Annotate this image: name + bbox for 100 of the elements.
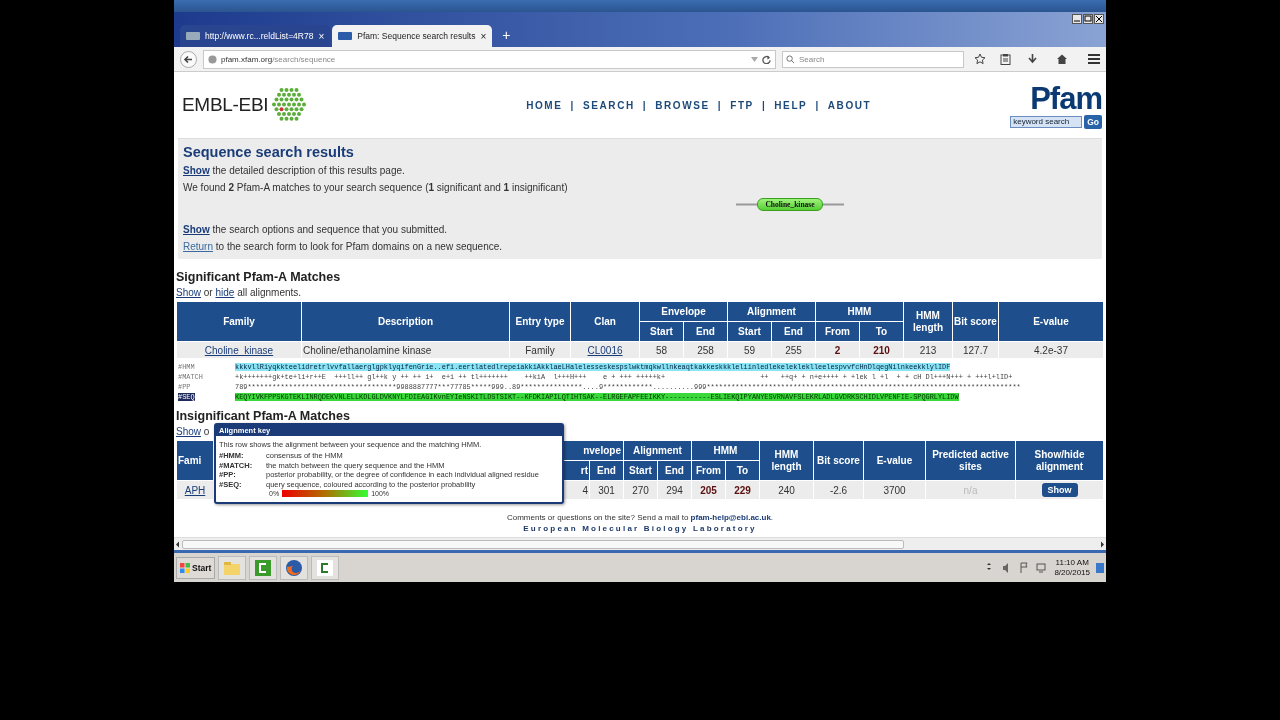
email-link[interactable]: pfam-help@ebi.ac.uk [690, 513, 771, 522]
column-header: Entry type [509, 301, 571, 342]
table-cell: 255 [785, 344, 802, 356]
column-header: E-value [863, 440, 926, 481]
flag-icon[interactable] [1019, 562, 1030, 573]
summary-text: We found 2 Pfam-A matches to your search sequence (1 significant and 1 insignificant) [183, 181, 569, 195]
column-header: Fami [176, 440, 214, 481]
table-cell-text: Choline/ethanolamine kinase [303, 344, 433, 356]
page-icon [186, 32, 200, 40]
toggle-text: o [202, 426, 210, 437]
c-letter-icon[interactable] [253, 558, 274, 577]
table-cell: -2.6 [829, 484, 848, 496]
home-icon[interactable] [1056, 53, 1068, 65]
column-header: Envelope [639, 301, 728, 322]
table-cell: 240 [778, 484, 795, 496]
column-header: Clan [570, 301, 640, 342]
clipboard-icon[interactable] [1000, 53, 1011, 65]
table-cell: 4 [582, 484, 588, 496]
search-field[interactable]: Search [782, 50, 964, 68]
toggle-text: all alignments. [236, 287, 302, 298]
embl-ebi-logo: EMBL-EBI [182, 94, 269, 116]
windows-flag-icon [180, 562, 190, 573]
pfam-logo: Pfam [1030, 83, 1102, 114]
close-icon[interactable] [1094, 14, 1104, 24]
description-text: Show the search options and sequence that you submitted. [183, 223, 449, 237]
table-cell: 59 [743, 344, 756, 356]
keyword-search-field[interactable]: keyword search [1010, 115, 1083, 128]
table-cell: Family [525, 344, 555, 356]
column-header: Alignment [727, 301, 816, 322]
browser-tab[interactable]: http://www.rc...reldList=4R78 × [180, 25, 331, 47]
column-header: Bit score [813, 440, 864, 481]
footer-organization: European Molecular Biology Laboratory [522, 523, 758, 534]
url-text: pfam.xfam.org/search/sequence [221, 54, 336, 64]
minimize-icon[interactable] [1072, 14, 1082, 24]
text-link[interactable]: Show [183, 224, 210, 235]
section-title: Significant Pfam-A Matches [176, 269, 342, 286]
start-button[interactable]: Start [176, 556, 216, 579]
nav-link[interactable]: HOME [526, 99, 563, 111]
section-title: Insignificant Pfam-A Matches [176, 408, 351, 425]
search-icon [786, 54, 795, 64]
table-cell: 258 [697, 344, 714, 356]
show-desktop-icon[interactable] [1096, 562, 1104, 573]
column-header: HMM [691, 440, 760, 461]
hexagon-dots-icon [271, 87, 308, 123]
table-cell: 4.2e-37 [1034, 344, 1068, 356]
table-cell: 213 [919, 344, 937, 356]
column-header: Family [176, 301, 302, 342]
network-icon[interactable] [1036, 562, 1047, 573]
firefox-icon[interactable] [284, 558, 305, 577]
column-header: Show/hide alignment [1015, 440, 1104, 481]
table-cell: 229 [734, 484, 751, 496]
show-link[interactable]: Show [176, 287, 201, 298]
browser-tab[interactable]: Pfam: Sequence search results × [332, 25, 493, 47]
column-header: E-value [998, 301, 1104, 342]
description-text: Show the detailed description of this results page. [183, 164, 406, 178]
nav-link[interactable]: SEARCH [582, 99, 635, 111]
page-title: Sequence search results [183, 143, 355, 162]
reload-icon[interactable] [762, 54, 771, 64]
nav-link[interactable]: HELP [774, 99, 808, 111]
menu-icon[interactable] [1088, 54, 1100, 64]
go-button[interactable]: Go [1084, 114, 1102, 129]
toggle-text: or [202, 287, 214, 298]
text-link[interactable]: Show [183, 165, 210, 176]
address-field[interactable]: pfam.xfam.org/search/sequence [203, 49, 776, 69]
column-header: Bit score [952, 301, 999, 342]
table-cell: 205 [700, 484, 717, 496]
footer-text: Comments or questions on the site? Send a mail to pfam-help@ebi.ac.uk. [505, 512, 775, 523]
table-cell: 270 [632, 484, 649, 496]
table-cell: 210 [873, 344, 890, 356]
show-button[interactable]: Show [1041, 483, 1078, 497]
star-icon[interactable] [974, 53, 986, 65]
nav-link[interactable]: BROWSE [655, 99, 710, 111]
scrollbar-thumb[interactable] [182, 539, 904, 549]
back-icon[interactable] [180, 50, 197, 68]
hide-link[interactable]: hide [215, 287, 235, 298]
globe-icon [208, 54, 217, 64]
table-cell: 2 [834, 344, 841, 356]
new-tab-button[interactable]: + [494, 27, 519, 47]
nav-link[interactable]: FTP [730, 99, 754, 111]
download-icon[interactable] [1027, 53, 1038, 65]
description-text: Return to the search form to look for Pfam domains on a new sequence. [183, 240, 504, 254]
c-letter-icon[interactable] [315, 558, 336, 577]
table-cell: 3700 [883, 484, 906, 496]
table-cell: 58 [655, 344, 668, 356]
table-cell: 294 [666, 484, 683, 496]
separator: | [717, 99, 723, 111]
text-link[interactable]: Return [183, 241, 213, 252]
column-header: HMM length [903, 301, 953, 342]
table-cell: 127.7 [963, 344, 988, 356]
separator: | [761, 99, 767, 111]
separator: | [642, 99, 648, 111]
clock-text[interactable]: 11:10 AM 8/20/2015 [1051, 557, 1093, 578]
column-header: Predicted active sites [925, 440, 1016, 481]
column-header: Description [301, 301, 510, 342]
show-link[interactable]: Show [176, 426, 201, 437]
nav-link[interactable]: ABOUT [827, 99, 872, 111]
maximize-icon[interactable] [1083, 14, 1093, 24]
column-header: HMM [815, 301, 904, 322]
scroll-right-icon[interactable] [1098, 539, 1106, 549]
separator: | [815, 99, 820, 111]
